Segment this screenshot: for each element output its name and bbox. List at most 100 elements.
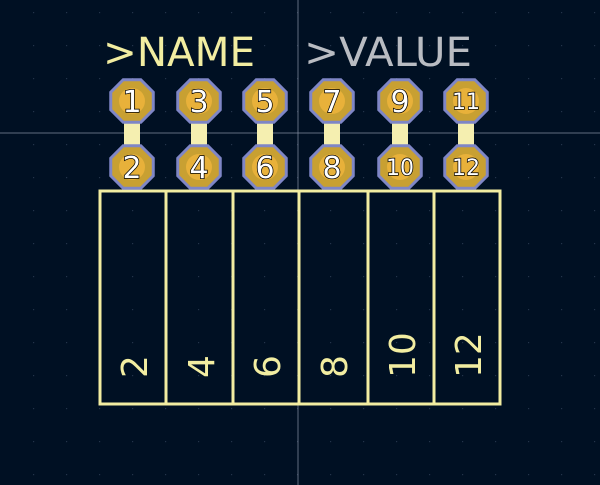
grid-dot (429, 309, 431, 311)
grid-dot (396, 309, 398, 311)
grid-dot (495, 474, 497, 476)
pad-number: 2 (122, 151, 141, 186)
pad-4[interactable]: 4 (176, 144, 222, 190)
grid-dot (429, 243, 431, 245)
grid-dot (429, 342, 431, 344)
pad-1[interactable]: 1 (109, 78, 155, 124)
pad-12[interactable]: 12 (443, 144, 489, 190)
grid-dot (330, 243, 332, 245)
pad-number: 10 (386, 156, 414, 181)
grid-dot (561, 309, 563, 311)
grid-dot (99, 12, 101, 14)
pad-10[interactable]: 10 (377, 144, 423, 190)
grid-dot (462, 243, 464, 245)
grid-dot (66, 78, 68, 80)
grid-dot (528, 111, 530, 113)
body-label: 12 (449, 332, 490, 378)
grid-dot (561, 243, 563, 245)
grid-dot (66, 309, 68, 311)
grid-dot (396, 12, 398, 14)
grid-dot (132, 408, 134, 410)
grid-dot (363, 375, 365, 377)
pads: 1 3 5 7 9 11 2 4 6 8 10 12 (109, 78, 489, 190)
pad-7[interactable]: 7 (309, 78, 355, 124)
grid-dot (561, 210, 563, 212)
pad-2[interactable]: 2 (109, 144, 155, 190)
pad-number: 5 (255, 85, 274, 120)
connector-body-outline[interactable]: 2 4 6 8 10 12 (98, 189, 502, 406)
pad-6[interactable]: 6 (242, 144, 288, 190)
grid-dot (231, 474, 233, 476)
grid-dot (66, 276, 68, 278)
grid-dot (594, 111, 596, 113)
grid-dot (363, 441, 365, 443)
grid-dot (231, 441, 233, 443)
grid-dot (33, 342, 35, 344)
grid-dot (165, 78, 167, 80)
grid-dot (132, 441, 134, 443)
grid-dot (33, 45, 35, 47)
grid-dot (330, 210, 332, 212)
grid-dot (132, 12, 134, 14)
grid-dot (594, 276, 596, 278)
grid-dot (264, 474, 266, 476)
pad-number: 11 (452, 90, 480, 115)
pad-8[interactable]: 8 (309, 144, 355, 190)
grid-dot (495, 243, 497, 245)
grid-dot (429, 111, 431, 113)
grid-dot (495, 45, 497, 47)
pad-5[interactable]: 5 (242, 78, 288, 124)
grid-dot (594, 144, 596, 146)
grid-dot (33, 144, 35, 146)
grid-dot (330, 276, 332, 278)
grid-dot (594, 177, 596, 179)
grid-dot (594, 474, 596, 476)
grid-dot (495, 111, 497, 113)
grid-dot (462, 408, 464, 410)
grid-dot (528, 177, 530, 179)
grid-dot (594, 45, 596, 47)
pad-number: 6 (255, 151, 274, 186)
pad-11[interactable]: 11 (443, 78, 489, 124)
grid-dot (231, 78, 233, 80)
grid-dot (396, 276, 398, 278)
grid-dot (330, 342, 332, 344)
grid-dot (66, 408, 68, 410)
pad-3[interactable]: 3 (176, 78, 222, 124)
grid-dot (66, 45, 68, 47)
grid-dot (429, 177, 431, 179)
grid-dot (99, 144, 101, 146)
grid-dot (528, 441, 530, 443)
grid-dot (66, 210, 68, 212)
grid-dot (594, 243, 596, 245)
grid-dot (165, 408, 167, 410)
grid-dot (330, 408, 332, 410)
grid-dot (462, 12, 464, 14)
reference-name-label[interactable]: >NAME (103, 30, 255, 76)
grid-dot (462, 210, 464, 212)
grid-dot (528, 12, 530, 14)
grid-dot (594, 375, 596, 377)
grid-dot (66, 144, 68, 146)
grid-dot (462, 309, 464, 311)
pad-9[interactable]: 9 (377, 78, 423, 124)
grid-dot (561, 375, 563, 377)
value-label[interactable]: >VALUE (304, 30, 472, 76)
grid-dot (462, 474, 464, 476)
grid-dot (363, 276, 365, 278)
pad-number: 3 (189, 85, 208, 120)
grid-dot (495, 177, 497, 179)
grid-dot (363, 210, 365, 212)
grid-dot (462, 276, 464, 278)
grid-dot (198, 474, 200, 476)
grid-dot (198, 276, 200, 278)
grid-dot (99, 78, 101, 80)
grid-dot (528, 276, 530, 278)
grid-dot (33, 408, 35, 410)
grid-dot (561, 78, 563, 80)
grid-dot (99, 408, 101, 410)
grid-dot (363, 78, 365, 80)
grid-dot (33, 474, 35, 476)
grid-dot (66, 243, 68, 245)
body-label: 4 (182, 355, 223, 378)
